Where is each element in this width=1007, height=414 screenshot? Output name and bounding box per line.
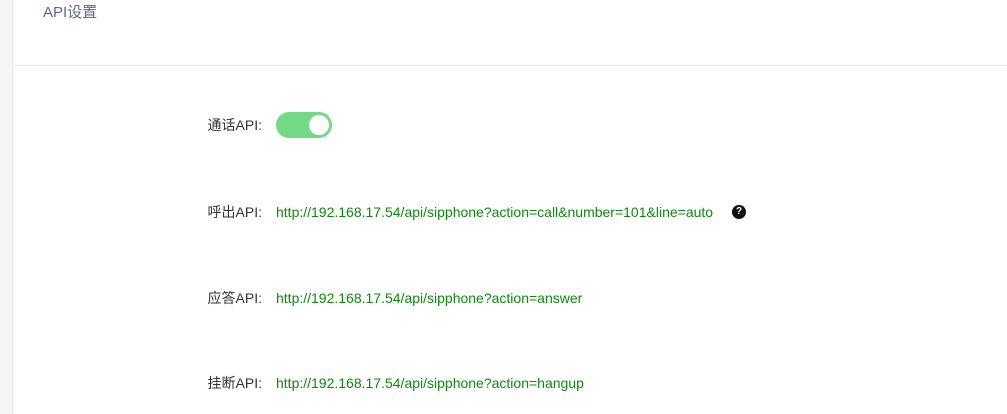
call-api-row: 通话API: <box>13 110 1007 140</box>
api-settings-panel: API设置 通话API: 呼出API: http://192.168.17.54… <box>13 0 1007 414</box>
outgoing-api-label: 呼出API: <box>207 204 262 220</box>
question-circle-icon[interactable]: ? <box>732 205 747 219</box>
answer-api-label: 应答API: <box>207 290 262 306</box>
hangup-api-label: 挂断API: <box>207 375 262 391</box>
outgoing-api-row: 呼出API: http://192.168.17.54/api/sipphone… <box>13 197 1007 227</box>
call-api-label: 通话API: <box>207 117 262 133</box>
api-settings-screen: API设置 通话API: 呼出API: http://192.168.17.54… <box>0 0 1007 414</box>
call-api-toggle[interactable] <box>276 112 332 138</box>
left-rail <box>0 0 13 414</box>
panel-title: API设置 <box>43 4 98 21</box>
hangup-api-row: 挂断API: http://192.168.17.54/api/sipphone… <box>13 368 1007 398</box>
answer-api-row: 应答API: http://192.168.17.54/api/sipphone… <box>13 283 1007 313</box>
panel-header: API设置 <box>13 0 1007 66</box>
outgoing-api-url: http://192.168.17.54/api/sipphone?action… <box>276 204 714 220</box>
hangup-api-url: http://192.168.17.54/api/sipphone?action… <box>276 375 584 391</box>
toggle-knob <box>309 115 329 135</box>
answer-api-url: http://192.168.17.54/api/sipphone?action… <box>276 290 583 306</box>
